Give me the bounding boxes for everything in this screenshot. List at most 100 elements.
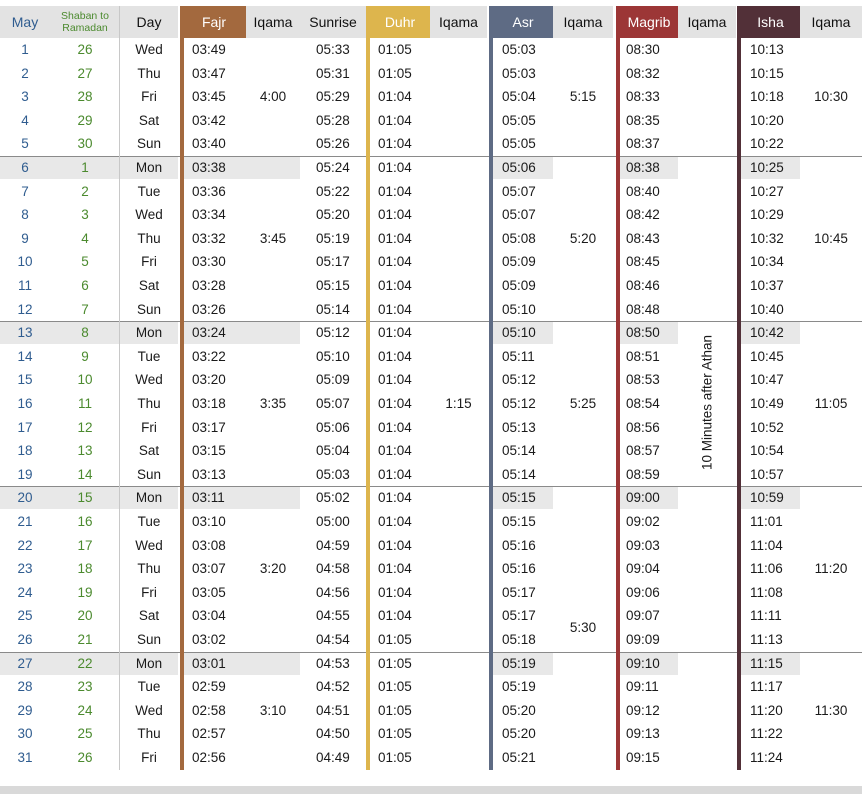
cell-sunrise: 04:58 [316,561,350,577]
cell-hijri: 13 [77,443,93,459]
cell-date: 9 [21,230,29,246]
cell-asr: 05:08 [502,230,536,246]
prayer-timetable: May Shaban to Ramadan Day Fajr Iqama Sun… [0,0,862,794]
cell-magrib: 08:51 [626,348,660,364]
cell-magrib: 08:32 [626,65,660,81]
cell-fajr: 03:24 [192,325,226,341]
cell-day: Thu [137,65,161,81]
cell-sunrise: 05:26 [316,136,350,152]
cell-fajr: 03:13 [192,466,226,482]
cell-day: Wed [135,537,163,553]
cell-hijri: 1 [81,160,89,175]
cell-date: 12 [17,301,33,317]
cell-isha: 10:27 [750,183,784,199]
cell-asr: 05:18 [502,632,536,647]
cell-date: 6 [21,160,29,175]
cell-duhr: 01:04 [378,89,412,105]
cell-duhr: 01:05 [378,750,412,765]
cell-asr: 05:09 [502,254,536,270]
cell-sunrise: 05:02 [316,490,350,506]
cell-asr: 05:19 [502,655,536,671]
cell-sunrise: 04:51 [316,702,350,718]
header-hijri: Shaban to Ramadan [50,6,120,38]
cell-fajr: 03:08 [192,537,226,553]
cell-sunrise: 04:56 [316,584,350,600]
cell-day: Mon [135,325,163,341]
header-isha: Isha [741,6,800,38]
cell-isha: 11:20 [750,702,783,718]
cell-fajr: 03:11 [192,490,225,506]
cell-fajr: 03:15 [192,443,226,459]
cell-isha: 10:40 [750,301,784,317]
cell-duhr: 01:04 [378,490,412,506]
cell-duhr: 01:05 [378,42,412,57]
cell-day: Sat [138,608,160,624]
cell-sunrise: 04:55 [316,608,350,624]
cell-date: 10 [17,254,33,270]
cell-magrib: 08:45 [626,254,660,270]
cell-asr: 05:16 [502,537,536,553]
cell-duhr: 01:04 [378,419,412,435]
cell-fajr: 03:02 [192,632,226,647]
cell-day: Fri [141,419,157,435]
cell-magrib: 08:33 [626,89,660,105]
cell-isha: 11:11 [750,608,782,624]
cell-duhr: 01:04 [378,584,412,600]
cell-date: 31 [17,750,33,765]
cell-day: Mon [135,655,163,671]
cell-date: 13 [17,325,33,341]
cell-isha: 10:20 [750,112,784,128]
cell-sunrise: 05:31 [316,65,350,81]
cell-asr: 05:21 [502,750,536,765]
cell-duhr: 01:04 [378,348,412,364]
cell-fajr: 03:10 [192,514,226,529]
cell-fajr: 03:49 [192,42,226,57]
cell-day: Wed [135,372,163,388]
cell-duhr: 01:04 [378,537,412,553]
cell-magrib: 09:11 [626,679,659,695]
cell-duhr: 01:05 [378,679,412,695]
cell-fajr: 03:01 [192,655,226,671]
cell-asr: 05:17 [502,584,536,600]
cell-asr: 05:13 [502,419,536,435]
cell-magrib: 09:10 [626,655,660,671]
cell-date: 21 [17,514,33,529]
cell-sunrise: 05:06 [316,419,350,435]
cell-asr: 05:16 [502,561,536,577]
cell-isha: 10:47 [750,372,784,388]
cell-magrib: 08:56 [626,419,660,435]
column-divider [119,6,120,770]
duhr-iqama-time: 1:15 [445,395,472,411]
header-asr: Asr [493,6,553,38]
cell-magrib: 08:59 [626,466,660,482]
cell-hijri: 16 [77,514,93,529]
cell-fajr: 03:20 [192,372,226,388]
header-magrib: Magrib [620,6,678,38]
cell-magrib: 08:46 [626,278,660,293]
cell-magrib: 08:30 [626,42,660,57]
cell-isha: 10:45 [750,348,784,364]
cell-day: Thu [137,396,161,411]
cell-fajr: 03:45 [192,89,226,105]
cell-asr: 05:15 [502,490,536,506]
cell-day: Fri [141,254,157,270]
cell-duhr: 01:04 [378,207,412,223]
header-isha-iqama: Iqama [800,6,862,38]
cell-fajr: 02:58 [192,702,226,718]
cell-hijri: 2 [81,183,89,199]
cell-asr: 05:12 [502,396,536,411]
header-hijri-line2: Ramadan [62,22,108,34]
cell-hijri: 24 [77,702,93,718]
header-fajr: Fajr [182,6,246,38]
cell-sunrise: 05:29 [316,89,350,105]
cell-asr: 05:20 [502,726,536,742]
cell-day: Tue [137,348,161,364]
cell-isha: 10:29 [750,207,784,223]
header-date: May [0,6,50,38]
cell-isha: 11:22 [750,726,783,742]
cell-isha: 11:15 [750,655,783,671]
cell-sunrise: 05:33 [316,42,350,57]
cell-asr: 05:12 [502,372,536,388]
fajr-iqama-time: 3:10 [259,702,287,718]
cell-hijri: 15 [77,490,93,506]
